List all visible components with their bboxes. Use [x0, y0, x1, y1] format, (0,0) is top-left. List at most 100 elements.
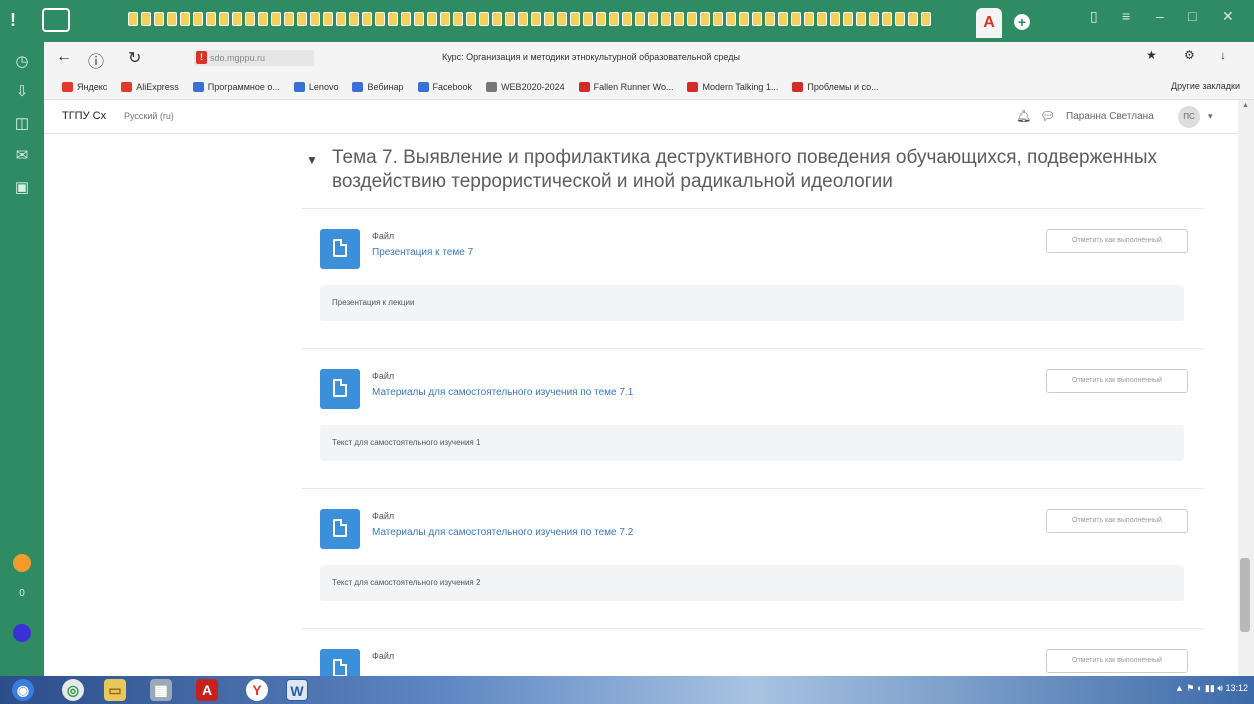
bookmark-favicon-icon	[121, 81, 133, 92]
file-icon	[320, 369, 360, 409]
download-icon[interactable]: ⇩	[12, 82, 32, 102]
adobe-icon[interactable]: A	[196, 679, 218, 701]
notification-icon[interactable]: 🔔︎	[1016, 109, 1031, 123]
counter-icon: 0	[19, 588, 25, 599]
extensions-icon[interactable]: ⚙	[1184, 48, 1195, 62]
activity-link[interactable]: Материалы для самостоятельного изучения …	[372, 527, 633, 538]
app-orange-icon[interactable]	[13, 554, 31, 572]
download-arrow-icon[interactable]: ↓	[1220, 48, 1226, 62]
file-icon	[320, 509, 360, 549]
calculator-icon[interactable]: ▦	[150, 679, 172, 701]
yandex-icon[interactable]: Y	[246, 679, 268, 701]
activity-description: Презентация к лекции	[320, 285, 1184, 321]
bookmark-favicon-icon	[486, 81, 498, 92]
avatar[interactable]: ПС	[1178, 106, 1200, 128]
word-icon[interactable]: W	[286, 679, 308, 701]
collections-icon[interactable]: ◫	[12, 114, 32, 134]
user-name[interactable]: Паранна Светлана	[1066, 111, 1154, 122]
messages-icon[interactable]: 💬︎	[1040, 109, 1055, 123]
activity-type: Файл	[372, 231, 395, 241]
language-menu[interactable]: Русский (ru)	[124, 111, 174, 121]
bookmark-favicon-icon	[417, 81, 429, 92]
bookmark-item[interactable]: Facebook	[417, 81, 472, 92]
activity-type: Файл	[372, 651, 395, 661]
mark-done-button[interactable]: Отметить как выполненный	[1046, 229, 1188, 253]
activity-item: Файл Материалы для самостоятельного изуч…	[302, 488, 1204, 616]
url-text: sdo.mgppu.ru	[210, 53, 266, 63]
activity-link[interactable]: Презентация к теме 7	[372, 247, 473, 258]
browser-tabstrip: ! A + ▯ ≡ – □ ✕	[0, 0, 1254, 42]
address-bar[interactable]: ! sdo.mgppu.ru	[194, 50, 314, 66]
mark-done-button[interactable]: Отметить как выполненный	[1046, 369, 1188, 393]
browser-sidebar: ◷ ⇩ ◫ ✉ ▣ 0	[0, 42, 44, 676]
explorer-icon[interactable]: ▭	[104, 679, 126, 701]
bookmark-item[interactable]: WEB2020-2024	[486, 81, 565, 92]
activity-item: Файл Презентация к теме 7 Отметить как в…	[302, 208, 1204, 336]
activity-description: Текст для самостоятельного изучения 2	[320, 565, 1184, 601]
file-icon	[320, 229, 360, 269]
mark-done-button[interactable]: Отметить как выполненный	[1046, 509, 1188, 533]
os-taskbar: ◉ ◎ ▭ ▦ A Y W ▲ ⚑ ◐ ▮▮ 🔊︎ 13:12	[0, 676, 1254, 704]
tab-list[interactable]	[128, 12, 931, 32]
start-button[interactable]: ◉	[12, 679, 34, 701]
site-navbar: ТГПУ Сх Русский (ru) 🔔︎ 💬︎ Паранна Светл…	[44, 100, 1238, 134]
browser-menu-icon[interactable]: !	[10, 10, 28, 30]
scrollbar-thumb[interactable]	[1240, 558, 1250, 632]
bookmark-item[interactable]: Яндекс	[62, 81, 107, 92]
page-title: Курс: Организация и методики этнокультур…	[442, 52, 740, 62]
image-icon[interactable]: ▣	[12, 178, 32, 198]
reload-icon[interactable]: ↻	[128, 48, 141, 68]
bookmark-item[interactable]: Проблемы и со...	[792, 81, 879, 92]
file-icon	[320, 649, 360, 676]
bookmark-favicon-icon	[352, 81, 364, 92]
section-title: Тема 7. Выявление и профилактика деструк…	[332, 147, 1158, 192]
bookmark-favicon-icon	[293, 81, 305, 92]
bookmark-item[interactable]: AliExpress	[121, 81, 179, 92]
back-icon[interactable]: ←	[56, 48, 72, 66]
bookmark-panel-icon[interactable]: ▯	[1090, 8, 1098, 25]
info-icon[interactable]: ⓘ	[88, 48, 104, 72]
activity-link[interactable]: Материалы для самостоятельного изучения …	[372, 387, 633, 398]
activity-type: Файл	[372, 371, 395, 381]
browser-toolbar: ← ⓘ ↻ ! sdo.mgppu.ru Курс: Организация и…	[44, 42, 1254, 74]
minimize-icon[interactable]: –	[1156, 8, 1164, 24]
bookmark-favicon-icon	[62, 81, 73, 92]
mark-done-button[interactable]: Отметить как выполненный	[1046, 649, 1188, 673]
activity-type: Файл	[372, 511, 395, 521]
site-brand[interactable]: ТГПУ Сх	[62, 110, 106, 122]
bookmark-favicon-icon	[578, 81, 590, 92]
close-icon[interactable]: ✕	[1222, 8, 1234, 25]
bookmark-favicon-icon	[687, 81, 699, 92]
bookmark-item[interactable]: Программное о...	[192, 81, 280, 92]
activity-item: Файл Материалы для самостоятельного изуч…	[302, 348, 1204, 476]
bookmark-item[interactable]: Modern Talking 1...	[687, 81, 778, 92]
maximize-icon[interactable]: □	[1188, 8, 1196, 24]
system-tray[interactable]: ▲ ⚑ ◐ ▮▮ 🔊︎ 13:12	[1175, 683, 1248, 694]
bookmark-star-icon[interactable]: ★	[1146, 48, 1157, 62]
menu-icon[interactable]: ≡	[1122, 8, 1130, 24]
new-tab-button[interactable]: +	[1014, 14, 1030, 30]
course-content: ▼ Тема 7. Выявление и профилактика дестр…	[302, 134, 1238, 676]
tab-overview-button[interactable]	[42, 8, 70, 32]
page-scrollbar[interactable]: ▲	[1238, 100, 1254, 676]
activity-item: Файл Отметить как выполненный	[302, 628, 1204, 676]
bookmark-favicon-icon	[792, 81, 804, 92]
bookmark-item[interactable]: Вебинар	[352, 81, 404, 92]
clock: 13:12	[1225, 683, 1248, 693]
scroll-up-icon[interactable]: ▲	[1242, 102, 1249, 109]
chevron-down-icon[interactable]: ▾	[1208, 111, 1213, 122]
app-violet-icon[interactable]	[13, 624, 31, 642]
course-index-drawer	[44, 134, 302, 676]
bookmark-favicon-icon	[192, 81, 204, 92]
bookmark-item[interactable]: Lenovo	[293, 81, 338, 92]
bookmark-item[interactable]: Fallen Runner Wo...	[578, 81, 673, 92]
mail-icon[interactable]: ✉	[12, 146, 32, 166]
security-warning-icon: !	[196, 51, 207, 64]
chrome-icon[interactable]: ◎	[62, 679, 84, 701]
bookmarks-bar: Яндекс AliExpress Программное о... Lenov…	[44, 74, 1254, 100]
activity-description: Текст для самостоятельного изучения 1	[320, 425, 1184, 461]
collapse-chevron-icon[interactable]: ▼	[306, 153, 318, 167]
active-tab[interactable]: A	[976, 8, 1002, 38]
other-bookmarks[interactable]: Другие закладки	[1171, 81, 1240, 91]
history-icon[interactable]: ◷	[12, 52, 32, 72]
